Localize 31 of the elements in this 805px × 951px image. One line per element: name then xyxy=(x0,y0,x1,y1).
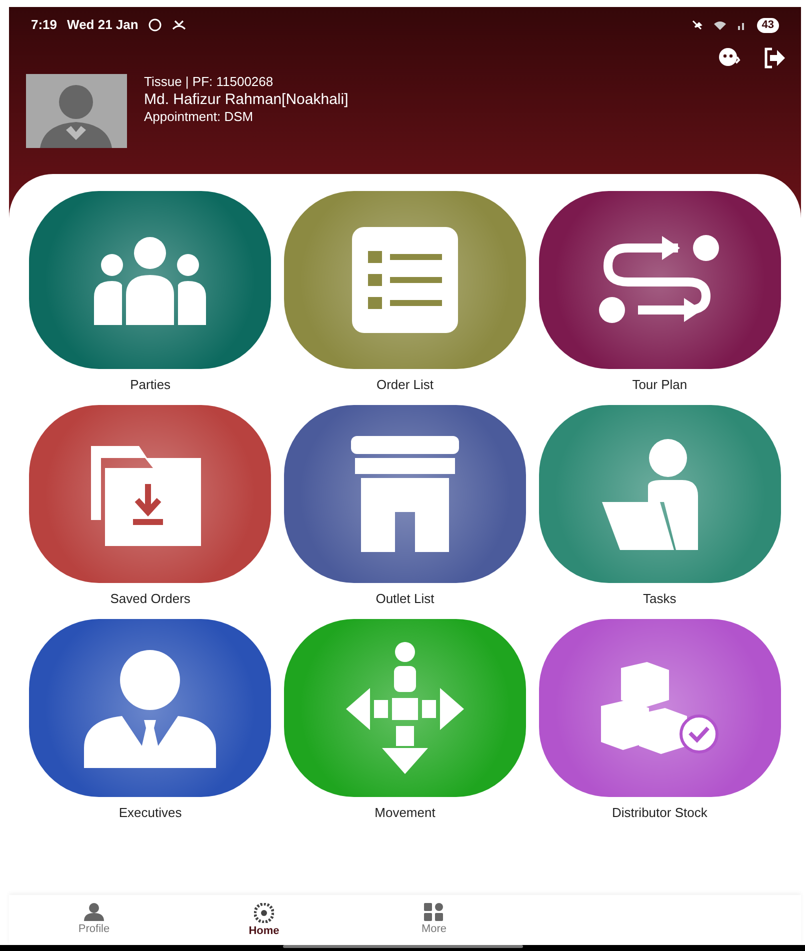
tile-label: Tour Plan xyxy=(632,377,688,393)
nav-tab[interactable]: More xyxy=(349,902,519,938)
appointment-line: Appointment: DSM xyxy=(144,109,254,125)
nav-tab[interactable]: Home xyxy=(179,902,349,938)
businessman-icon xyxy=(82,648,218,768)
signal-icon xyxy=(736,20,747,30)
move-arrows-icon xyxy=(346,642,464,774)
list-icon xyxy=(352,227,458,333)
person-icon xyxy=(84,902,104,920)
wifi-icon xyxy=(712,20,727,30)
store-icon xyxy=(351,436,459,552)
tile-label: Order List xyxy=(376,377,434,393)
division-line: Tissue | PF: 11500268 xyxy=(144,74,274,90)
user-name: Md. Hafizur Rahman[Noakhali] xyxy=(144,90,348,109)
tile-label: Executives xyxy=(118,805,182,821)
support-agent-icon[interactable] xyxy=(717,47,741,69)
logout-icon[interactable] xyxy=(763,47,787,69)
nav-tab[interactable]: Profile xyxy=(9,902,179,938)
tile-label: Outlet List xyxy=(376,591,434,607)
tile-label: Parties xyxy=(130,377,171,393)
tile-label: Tasks xyxy=(643,591,676,607)
status-date: Wed 21 Jan xyxy=(67,16,138,34)
missed-call-icon xyxy=(172,19,186,31)
tile-label: Saved Orders xyxy=(110,591,190,607)
battery-indicator: 43 xyxy=(756,18,779,32)
boxes-check-icon xyxy=(600,662,719,754)
grid-icon xyxy=(424,902,444,920)
starburst-icon xyxy=(254,902,274,922)
status-time: 7:19 xyxy=(31,16,58,34)
tile-label: Movement xyxy=(374,805,436,821)
tile-label: Distributor Stock xyxy=(612,805,708,821)
